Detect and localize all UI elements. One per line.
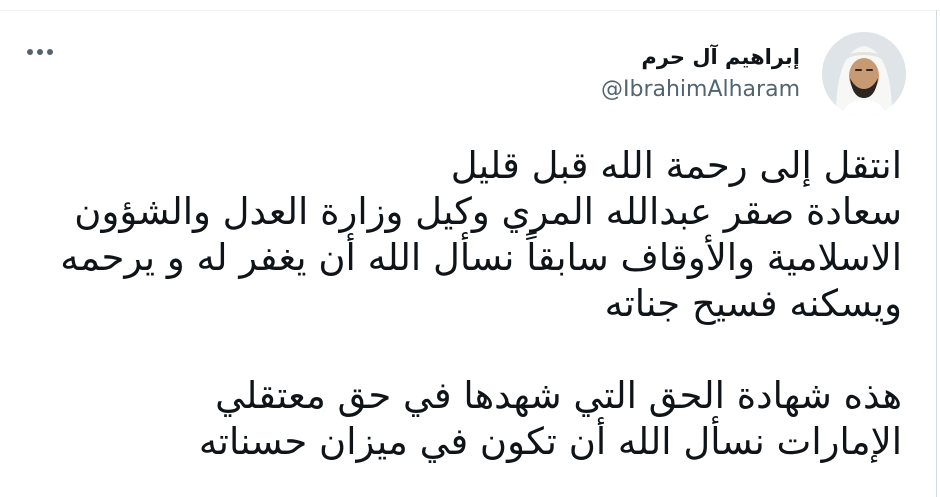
avatar[interactable]: [822, 32, 906, 116]
tweet-line: الاسلامية والأوقاف سابقاً نسأل الله أن ي…: [60, 236, 902, 279]
more-options-button[interactable]: [22, 40, 58, 64]
tweet-line: ويسكنه فسيح جناته: [604, 282, 902, 325]
author-handle[interactable]: @IbrahimAlharam: [601, 76, 800, 104]
tweet-text: انتقل إلى رحمة الله قبل قليل سعادة صقر ع…: [32, 143, 902, 465]
profile-photo-avatar: [822, 32, 906, 116]
tweet-line: هذه شهادة الحق التي شهدها في حق معتقلي: [215, 374, 902, 417]
author-display-name[interactable]: إبراهيم آل حرم: [641, 44, 800, 70]
more-horizontal-icon: [27, 49, 53, 55]
top-divider: [0, 10, 940, 11]
tweet-line: الإمارات نسأل الله أن تكون في ميزان حسنا…: [198, 420, 902, 463]
tweet-line: انتقل إلى رحمة الله قبل قليل: [450, 144, 902, 187]
right-border: [936, 10, 937, 497]
tweet-line: سعادة صقر عبدالله المري وكيل وزارة العدل…: [74, 190, 902, 233]
